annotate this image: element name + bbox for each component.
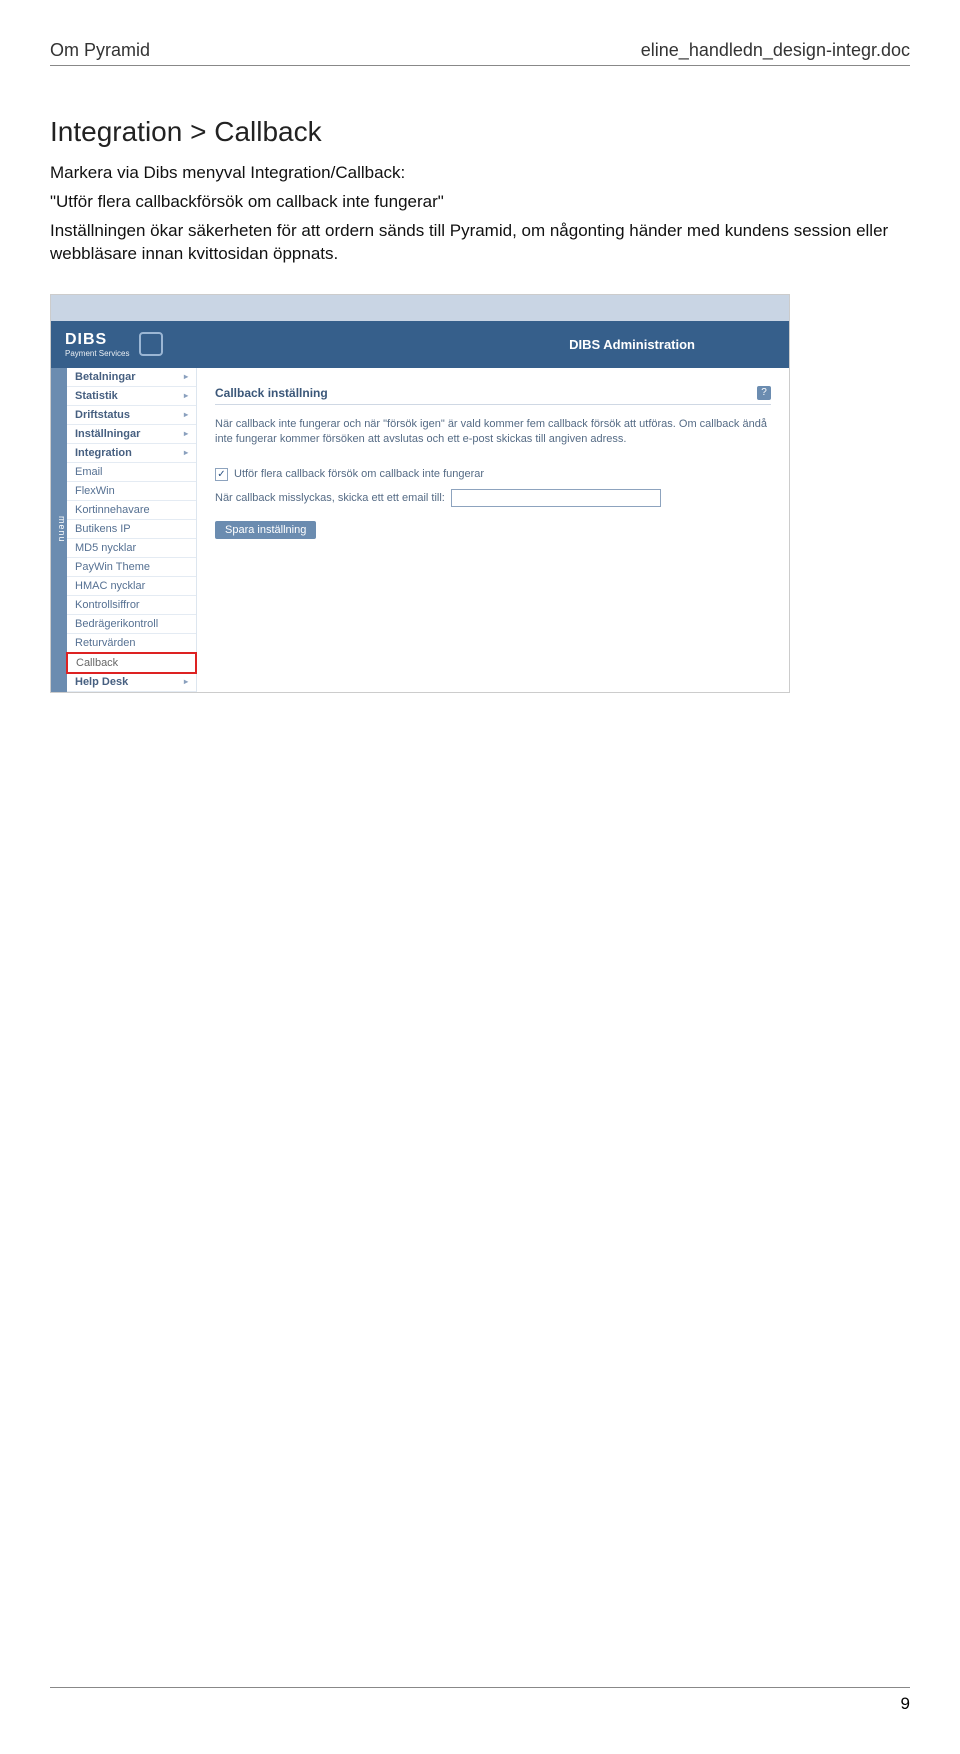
sidebar-item-label: Help Desk [75, 676, 128, 688]
content-heading: Callback inställning [215, 386, 328, 400]
section-title: Integration > Callback [50, 116, 910, 148]
sidebar-item-label: Returvärden [75, 637, 136, 649]
sidebar-item-label: Kortinnehavare [75, 504, 150, 516]
brand-title: DIBS Administration [569, 337, 775, 352]
header-right: eline_handledn_design-integr.doc [641, 40, 910, 61]
page-number: 9 [901, 1694, 910, 1713]
content-description: När callback inte fungerar och när "förs… [215, 417, 771, 448]
sidebar-item-label: FlexWin [75, 485, 115, 497]
checkbox-label: Utför flera callback försök om callback … [234, 468, 484, 480]
brand-sub: Payment Services [65, 349, 129, 358]
chevron-right-icon: ▸ [184, 391, 188, 400]
sidebar-item-label: Kontrollsiffror [75, 599, 140, 611]
sidebar-item-driftstatus[interactable]: Driftstatus ▸ [67, 406, 196, 425]
menu-tab[interactable]: menu [51, 368, 67, 692]
sidebar-item-inställningar[interactable]: Inställningar ▸ [67, 425, 196, 444]
sidebar-item-label: Betalningar [75, 371, 136, 383]
email-label: När callback misslyckas, skicka ett ett … [215, 492, 445, 504]
sidebar-item-label: Email [75, 466, 103, 478]
sidebar-item-kontrollsiffror[interactable]: Kontrollsiffror [67, 596, 196, 615]
sidebar-item-betalningar[interactable]: Betalningar ▸ [67, 368, 196, 387]
brand-mark-icon [139, 332, 163, 356]
sidebar-item-label: HMAC nycklar [75, 580, 145, 592]
sidebar-item-help-desk[interactable]: Help Desk ▸ [67, 673, 196, 692]
sidebar-item-kortinnehavare[interactable]: Kortinnehavare [67, 501, 196, 520]
chevron-right-icon: ▸ [184, 677, 188, 686]
section-line1: Markera via Dibs menyval Integration/Cal… [50, 162, 910, 185]
checkbox[interactable]: ✓ [215, 468, 228, 481]
sidebar-item-paywin-theme[interactable]: PayWin Theme [67, 558, 196, 577]
header-left: Om Pyramid [50, 40, 150, 61]
page-header: Om Pyramid eline_handledn_design-integr.… [50, 40, 910, 66]
chevron-right-icon: ▸ [184, 410, 188, 419]
sidebar-item-label: Butikens IP [75, 523, 131, 535]
section-line3: Inställningen ökar säkerheten för att or… [50, 220, 910, 266]
shot-topbar [51, 295, 789, 321]
sidebar-item-label: Driftstatus [75, 409, 130, 421]
chevron-right-icon: ▸ [184, 372, 188, 381]
save-button[interactable]: Spara inställning [215, 521, 316, 539]
sidebar-item-flexwin[interactable]: FlexWin [67, 482, 196, 501]
sidebar-item-label: PayWin Theme [75, 561, 150, 573]
chevron-right-icon: ▸ [184, 429, 188, 438]
sidebar-item-label: Bedrägerikontroll [75, 618, 158, 630]
email-input[interactable] [451, 489, 661, 507]
sidebar-item-bedrägerikontroll[interactable]: Bedrägerikontroll [67, 615, 196, 634]
sidebar-item-label: Inställningar [75, 428, 140, 440]
sidebar-item-hmac-nycklar[interactable]: HMAC nycklar [67, 577, 196, 596]
brand-name: DIBS [65, 331, 107, 348]
sidebar-item-label: Integration [75, 447, 132, 459]
sidebar-item-md5-nycklar[interactable]: MD5 nycklar [67, 539, 196, 558]
sidebar-item-callback[interactable]: Callback [66, 652, 197, 674]
chevron-right-icon: ▸ [184, 448, 188, 457]
sidebar-item-label: Callback [76, 657, 118, 669]
sidebar-item-returvärden[interactable]: Returvärden [67, 634, 196, 653]
section-line2: "Utför flera callbackförsök om callback … [50, 191, 910, 214]
sidebar-item-statistik[interactable]: Statistik ▸ [67, 387, 196, 406]
content-panel: Callback inställning ? När callback inte… [197, 368, 789, 692]
sidebar-item-butikens-ip[interactable]: Butikens IP [67, 520, 196, 539]
brand-bar: DIBS Payment Services DIBS Administratio… [51, 321, 789, 368]
checkbox-row[interactable]: ✓ Utför flera callback försök om callbac… [215, 468, 771, 481]
dibs-admin-screenshot: DIBS Payment Services DIBS Administratio… [50, 294, 790, 693]
sidebar-item-label: Statistik [75, 390, 118, 402]
help-icon[interactable]: ? [757, 386, 771, 400]
sidebar: Betalningar▸Statistik▸Driftstatus▸Instäl… [67, 368, 197, 692]
page-footer: 9 [50, 1687, 910, 1714]
brand-logo: DIBS Payment Services [65, 331, 129, 358]
sidebar-item-integration[interactable]: Integration ▸ [67, 444, 196, 463]
sidebar-item-label: MD5 nycklar [75, 542, 136, 554]
sidebar-item-email[interactable]: Email [67, 463, 196, 482]
